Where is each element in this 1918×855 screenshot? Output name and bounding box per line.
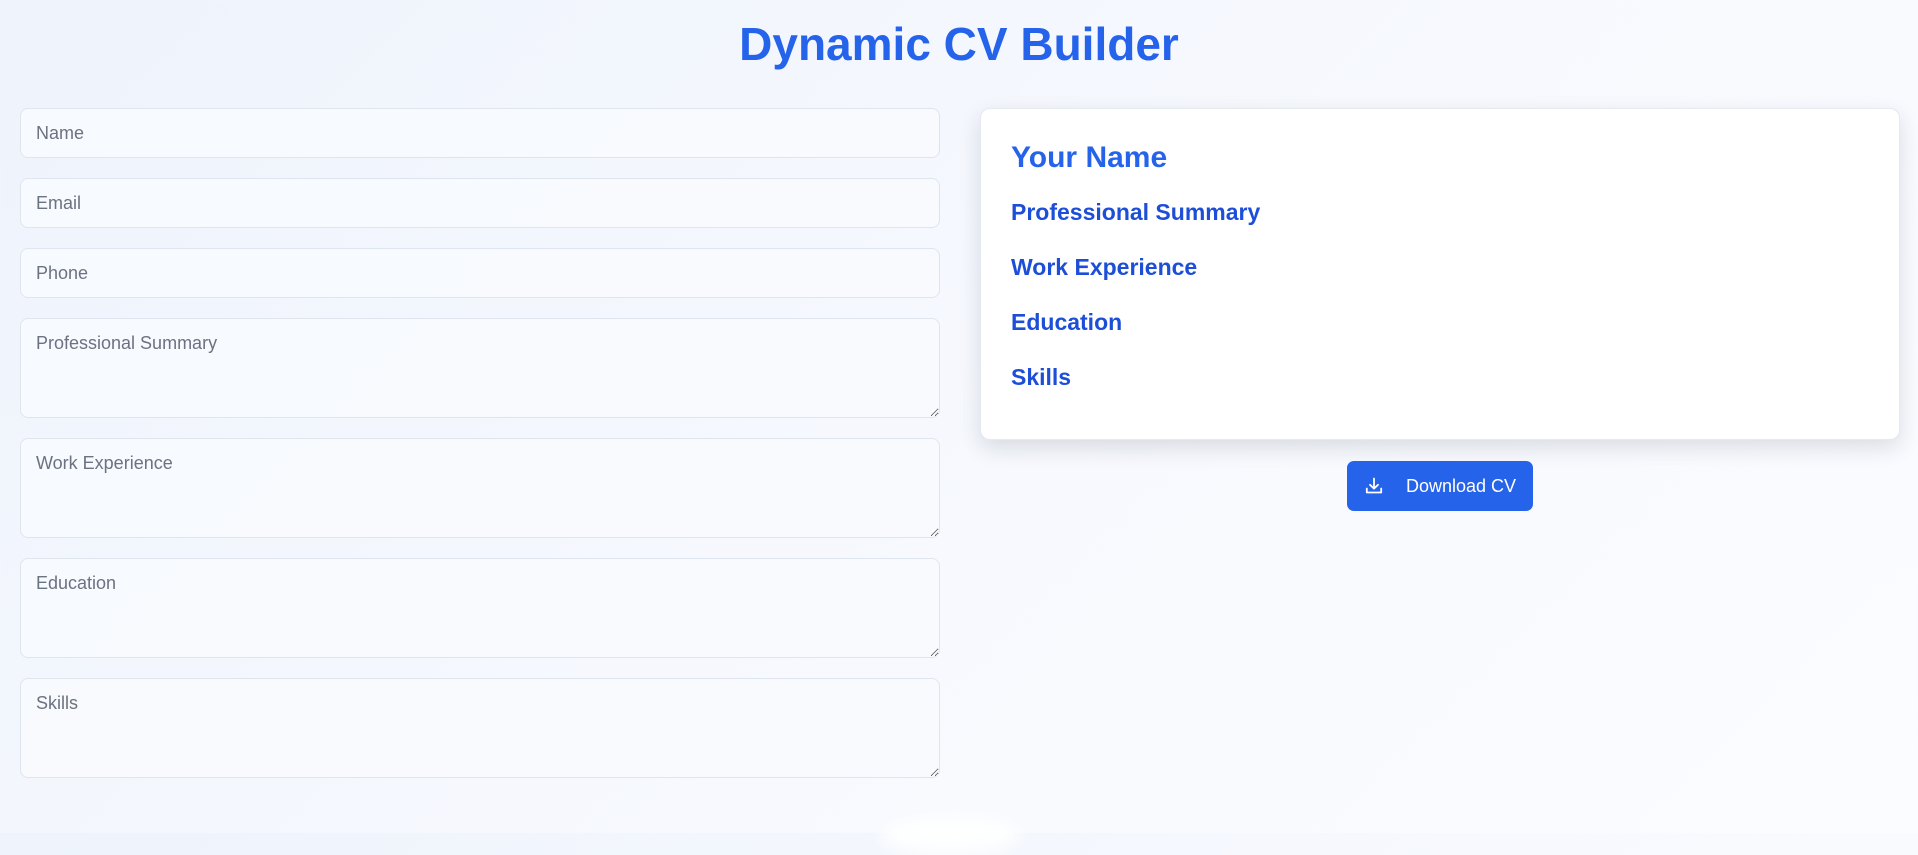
skills-textarea[interactable] [20,678,940,778]
download-cv-label: Download CV [1405,475,1517,496]
name-input[interactable] [20,108,940,158]
background-glow [880,815,1020,855]
cv-preview-education-heading: Education [1011,309,1123,335]
cv-preview-summary-heading: Professional Summary [1011,199,1261,225]
cv-preview-name: Your Name [1011,141,1168,174]
professional-summary-textarea[interactable] [20,318,940,418]
page-title: Dynamic CV Builder [739,18,1179,70]
work-experience-textarea[interactable] [20,438,940,538]
phone-input[interactable] [20,248,940,298]
download-cv-button[interactable]: Download CV [1347,461,1533,511]
email-input[interactable] [20,178,940,228]
download-icon [1364,476,1384,496]
cv-preview-experience-heading: Work Experience [1011,254,1198,280]
cv-form [20,108,940,798]
cv-preview-skills-heading: Skills [1011,364,1072,390]
education-textarea[interactable] [20,558,940,658]
cv-preview-card: Your Name Professional Summary Work Expe… [980,108,1900,440]
